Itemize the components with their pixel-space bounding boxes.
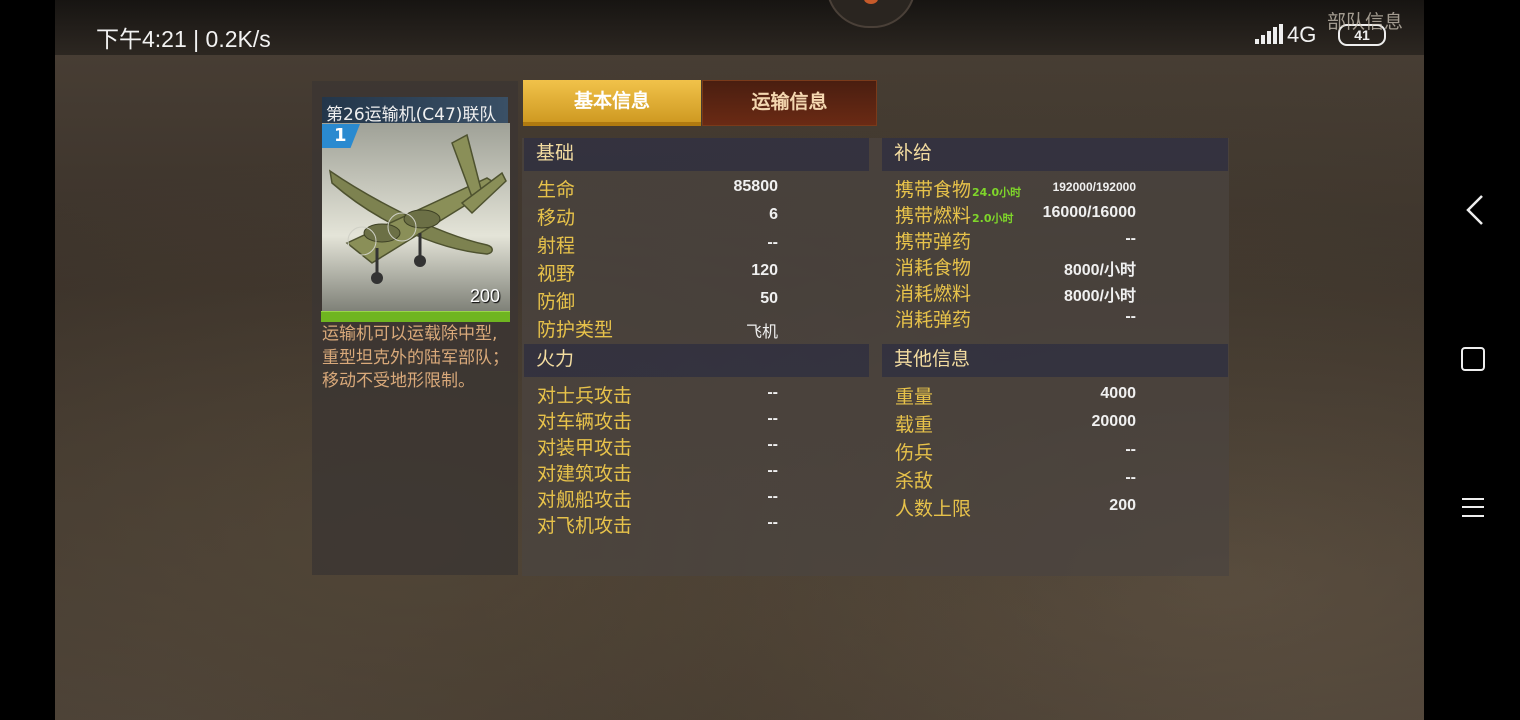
row-label-text: 携带燃料	[895, 205, 972, 227]
back-icon[interactable]	[1462, 192, 1486, 228]
row-value: --	[767, 384, 778, 401]
row-value: 16000/16000	[1042, 204, 1136, 221]
tab-transport-info[interactable]: 运输信息	[702, 80, 877, 126]
section-header-other: 其他信息	[882, 344, 1228, 377]
unit-count: 200	[470, 286, 501, 306]
signal-icon	[1255, 24, 1283, 44]
row-value: --	[767, 410, 778, 427]
status-clock: 下午4:21	[96, 26, 187, 52]
row-label: 载重	[895, 414, 934, 436]
transport-plane-icon	[322, 123, 510, 311]
section-header-basic: 基础	[524, 138, 869, 171]
row-value: --	[1125, 441, 1136, 458]
section-header-firepower: 火力	[524, 344, 869, 377]
row-label: 射程	[537, 235, 576, 257]
row-label: 消耗弹药	[895, 309, 972, 331]
row-value: 6	[769, 206, 778, 223]
hp-bar	[321, 311, 510, 322]
row-value: 85800	[733, 178, 779, 195]
row-duration: 24.0小时	[972, 186, 1022, 199]
row-value: --	[767, 234, 778, 251]
row-value: 8000/小时	[1063, 288, 1136, 305]
row-label: 生命	[537, 179, 576, 201]
row-label: 防御	[537, 291, 576, 313]
window-title: 部队信息	[1327, 11, 1404, 33]
row-value: --	[767, 514, 778, 531]
row-value: 20000	[1091, 413, 1137, 430]
unit-name: 第26运输机(C47)联队	[326, 105, 497, 125]
row-label: 人数上限	[895, 498, 972, 520]
row-label: 对建筑攻击	[537, 463, 633, 485]
unit-portrait	[322, 123, 510, 311]
row-label: 杀敌	[895, 470, 934, 492]
row-value: 4000	[1100, 385, 1136, 402]
unit-description: 运输机可以运载除中型,重型坦克外的陆军部队；移动不受地形限制。	[322, 324, 509, 391]
network-type: 4G	[1287, 22, 1317, 47]
row-label: 防护类型	[537, 319, 614, 341]
row-label: 对士兵攻击	[537, 385, 633, 407]
row-value: 50	[760, 290, 778, 307]
row-label: 携带食物24.0小时	[895, 175, 1021, 202]
row-value: --	[767, 462, 778, 479]
row-label: 重量	[895, 386, 934, 408]
status-separator: |	[186, 26, 206, 52]
row-value: --	[1125, 308, 1136, 325]
row-label: 携带弹药	[895, 231, 972, 253]
row-label: 对装甲攻击	[537, 437, 633, 459]
row-label: 消耗食物	[895, 257, 972, 279]
row-label: 视野	[537, 263, 576, 285]
row-value: --	[1125, 230, 1136, 247]
status-speed: 0.2K/s	[205, 26, 271, 52]
row-label: 对飞机攻击	[537, 515, 633, 537]
row-value: --	[767, 488, 778, 505]
row-duration: 2.0小时	[972, 212, 1014, 225]
section-header-supply: 补给	[882, 138, 1228, 171]
row-label: 对车辆攻击	[537, 411, 633, 433]
tab-basic-info[interactable]: 基本信息	[523, 80, 701, 126]
row-value: 192000/192000	[1052, 180, 1136, 194]
row-label-text: 携带食物	[895, 179, 972, 201]
row-label: 对舰船攻击	[537, 489, 633, 511]
row-label: 伤兵	[895, 442, 934, 464]
row-value: 飞机	[745, 322, 778, 341]
row-value: --	[767, 436, 778, 453]
row-value: 8000/小时	[1063, 262, 1136, 279]
home-icon[interactable]	[1461, 347, 1485, 371]
row-value: 120	[751, 262, 778, 279]
row-value: --	[1125, 469, 1136, 486]
status-time: 下午4:21 | 0.2K/s	[96, 20, 271, 54]
row-label: 携带燃料2.0小时	[895, 201, 1014, 228]
row-label: 移动	[537, 207, 576, 229]
menu-icon[interactable]	[1462, 496, 1484, 518]
row-value: 200	[1109, 497, 1136, 514]
row-label: 消耗燃料	[895, 283, 972, 305]
